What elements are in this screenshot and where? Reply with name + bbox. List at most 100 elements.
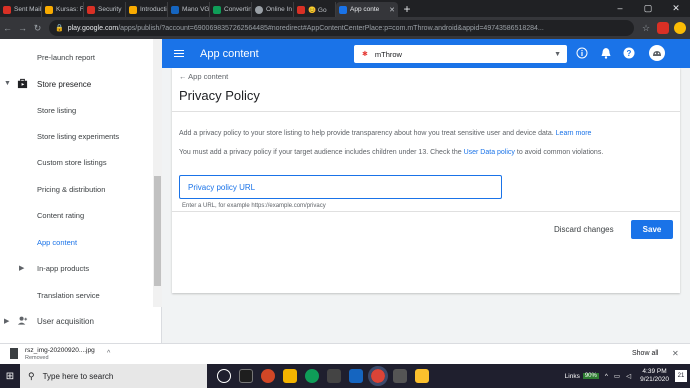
page-title: Privacy Policy [179,88,260,103]
tab-converting[interactable]: Convertin [210,2,252,17]
requirement-tail: to avoid common violations. [514,149,604,156]
notification-bell-icon[interactable] [600,47,612,59]
volume-icon[interactable]: ◁ [626,372,631,380]
tab-label: Security [98,6,122,13]
file-explorer-folder-icon[interactable] [415,369,429,383]
download-shelf: rsz_img-20200920....jpg Removed ^ Show a… [0,343,690,364]
maximize-button[interactable]: ▢ [634,0,662,17]
tab-sent-mail[interactable]: Sent Mail [0,2,42,17]
browser-tab-strip: Sent Mail Kursas: F Security Introducti … [0,0,690,17]
page-header-title: App content [200,47,259,60]
chevron-up-icon[interactable]: ^ [605,373,608,380]
store-app-icon[interactable] [327,369,341,383]
minimize-button[interactable]: – [606,0,634,17]
taskbar-search[interactable]: ⚲ Type here to search [20,364,207,388]
profile-icon[interactable] [674,22,686,34]
sidebar-item-pricing-distribution[interactable]: Pricing & distribution [0,185,152,194]
tab-label: Convertin [224,6,252,13]
sidebar-scrollbar[interactable] [153,39,162,307]
back-arrow-icon[interactable]: ← [0,23,15,33]
address-bar[interactable]: 🔒 play.google.com/apps/publish/?account=… [49,20,634,36]
sidebar-item-app-content[interactable]: App content [0,238,152,247]
download-file-name[interactable]: rsz_img-20200920....jpg [25,347,95,354]
save-button[interactable]: Save [631,220,673,239]
sidebar-item-label: App content [37,238,78,247]
tab-app-content[interactable]: App conte ✕ [336,2,398,17]
extension-icons: ☆ [640,22,686,34]
chrome-icon[interactable] [368,366,388,386]
tab-introduction[interactable]: Introducti [126,2,168,17]
privacy-policy-url-input[interactable] [179,175,502,199]
converter-icon [213,5,221,14]
sidebar-item-in-app-products[interactable]: ▶ In-app products [0,264,152,273]
url-host: play.google.com [67,24,119,32]
tab-google[interactable]: 😊 Go [294,2,336,17]
notification-center-icon[interactable]: 21 [675,370,687,382]
sidebar-item-label: Content rating [37,211,85,220]
close-icon[interactable]: ✕ [672,349,679,358]
sidebar-item-user-acquisition[interactable]: ▶ User acquisition [0,316,152,326]
sidebar-item-store-listing-experiments[interactable]: Store listing experiments [0,132,152,141]
taskbar-apps [217,366,429,386]
requirement-body: You must add a privacy policy if your ta… [179,149,464,156]
mail-icon[interactable] [349,369,363,383]
photos-icon[interactable] [283,369,297,383]
sidebar-item-store-presence[interactable]: ▼ Store presence [0,78,152,89]
hamburger-menu-icon[interactable] [174,49,184,58]
info-icon[interactable] [576,47,588,59]
clock[interactable]: 4:39 PM 9/21/2020 [640,368,669,384]
taskbar-search-placeholder: Type here to search [42,371,114,381]
discard-changes-button[interactable]: Discard changes [550,221,618,239]
sidebar-item-label: Pricing & distribution [37,185,106,194]
browser-toolbar: ← → ↻ 🔒 play.google.com/apps/publish/?ac… [0,17,690,39]
close-window-button[interactable]: ✕ [662,0,690,17]
clock-date: 9/21/2020 [640,376,669,383]
sidebar-item-translation-service[interactable]: Translation service [0,291,152,300]
back-link[interactable]: ← App content [179,72,228,81]
clock-time: 4:39 PM [642,368,667,375]
scrollbar-thumb[interactable] [154,176,161,286]
sidebar-item-label: Store listing [37,106,77,115]
show-all-button[interactable]: Show all [632,350,658,357]
privacy-policy-card: ← App content Privacy Policy Add a priva… [172,68,680,293]
app-selector[interactable]: ✱ mThrow ▼ [354,45,567,63]
description-body: Add a privacy policy to your store listi… [179,130,556,137]
powerpoint-icon[interactable] [261,369,275,383]
sidebar-item-label: Store listing experiments [37,132,120,141]
footer-divider [172,211,680,212]
tab-label: Sent Mail [14,6,42,13]
sidebar-item-custom-store-listings[interactable]: Custom store listings [0,158,152,167]
edge-icon[interactable] [305,369,319,383]
reload-icon[interactable]: ↻ [30,23,45,34]
new-tab-button[interactable]: + [398,2,416,17]
sidebar-item-store-listing[interactable]: Store listing [0,106,152,115]
settings-icon[interactable] [393,369,407,383]
divider [172,111,680,112]
network-icon[interactable]: ▭ [614,372,620,380]
forward-arrow-icon[interactable]: → [15,23,30,33]
tab-security[interactable]: Security [84,2,126,17]
sidebar-item-pre-launch-report[interactable]: Pre-launch report [0,53,152,62]
extension-icon[interactable] [657,22,669,34]
file-explorer-icon[interactable] [239,369,253,383]
tab-kursas[interactable]: Kursas: F [42,2,84,17]
close-tab-icon[interactable]: ✕ [389,6,395,14]
sidebar: Pre-launch report ▼ Store presence Store… [0,39,162,343]
chevron-up-icon[interactable]: ^ [107,350,110,357]
tab-mano-vg[interactable]: Mano VG [168,2,210,17]
battery-indicator[interactable]: 90% [582,373,599,379]
windows-start-icon[interactable]: ⊞ [0,371,20,382]
star-icon[interactable]: ☆ [640,22,652,34]
links-label[interactable]: Links [565,373,580,380]
learn-more-link[interactable]: Learn more [556,130,592,137]
tab-online[interactable]: Online In [252,2,294,17]
user-add-icon [17,316,28,325]
back-link-label: App content [188,72,229,81]
window-controls: – ▢ ✕ [606,0,690,17]
user-data-policy-link[interactable]: User Data policy [464,149,515,156]
sidebar-item-content-rating[interactable]: Content rating [0,211,152,220]
task-view-icon[interactable] [217,369,231,383]
help-icon[interactable]: ? [623,47,635,59]
sidebar-item-label: Custom store listings [37,158,107,167]
account-avatar[interactable] [649,45,665,61]
